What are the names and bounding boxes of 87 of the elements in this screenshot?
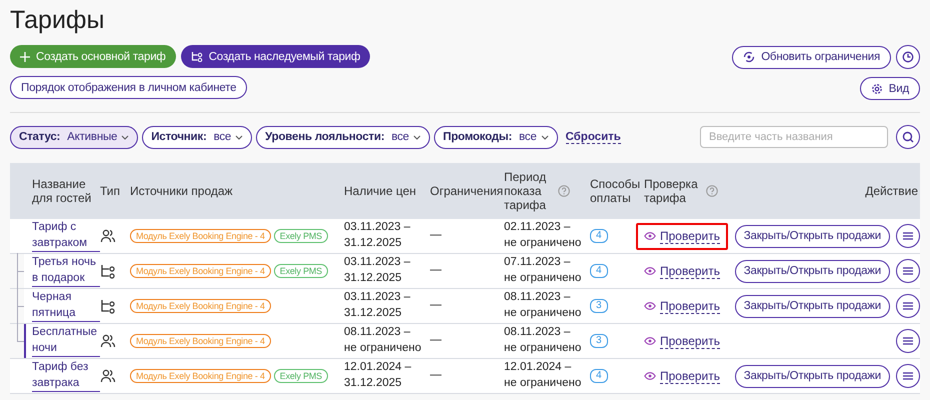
chevron-icon xyxy=(413,134,422,140)
settings-icon xyxy=(870,82,883,94)
menu-icon xyxy=(903,372,913,380)
display-order-button[interactable]: Порядок отображения в личном кабинете xyxy=(10,76,248,99)
eye-icon xyxy=(644,302,656,310)
restrictions-value: — xyxy=(430,298,442,314)
help-icon xyxy=(706,185,718,197)
view-button[interactable]: Вид xyxy=(860,77,920,100)
display-period: 12.01.2024 – не ограничено xyxy=(504,360,582,391)
restrictions-value: — xyxy=(430,263,442,278)
source-tag: Модуль Exely Booking Engine - 4 xyxy=(130,299,271,313)
check-link[interactable]: Проверить xyxy=(636,222,728,250)
display-period: 07.11.2023 – не ограничено xyxy=(504,255,582,286)
menu-icon xyxy=(903,337,913,345)
history-button[interactable] xyxy=(896,45,920,69)
column-header: Способы оплаты xyxy=(590,177,642,205)
source-tag: Exely PMS xyxy=(274,369,328,383)
reset-link[interactable]: Сбросить xyxy=(566,130,621,144)
display-period: 02.11.2023 – не ограничено xyxy=(504,220,582,251)
payment-count: 3 xyxy=(590,299,608,313)
price-dates: 08.11.2023 – не ограничено xyxy=(344,325,422,356)
column-header: Проверка тарифа xyxy=(644,177,699,205)
filter-dropdown[interactable]: Источник: все xyxy=(142,126,252,148)
restrictions-value: — xyxy=(430,333,442,348)
price-dates: 03.11.2023 – 31.12.2025 xyxy=(344,255,410,286)
column-header: Действие xyxy=(865,184,918,198)
filter-dropdown[interactable]: Статус: Активные xyxy=(10,126,138,148)
search-button[interactable] xyxy=(896,125,920,149)
eye-icon xyxy=(644,337,656,345)
eye-icon xyxy=(644,232,656,240)
branch-icon xyxy=(190,51,203,62)
price-dates: 03.11.2023 – 31.12.2025 xyxy=(344,290,410,321)
check-link[interactable]: Проверить xyxy=(636,362,728,390)
search-icon xyxy=(902,131,914,143)
price-dates: 12.01.2024 – 31.12.2025 xyxy=(344,360,412,391)
payment-count: 4 xyxy=(590,229,608,243)
plus-icon xyxy=(20,52,30,62)
chevron-icon xyxy=(235,134,244,140)
column-header: Название для гостей xyxy=(32,177,92,205)
tariff-link[interactable]: Тариф без завтрака xyxy=(32,360,100,392)
menu-icon xyxy=(903,302,913,310)
filter-dropdown[interactable]: Уровень лояльности: все xyxy=(256,126,430,148)
menu-icon xyxy=(903,267,913,275)
display-period: 08.11.2023 – не ограничено xyxy=(504,325,582,356)
tariff-link[interactable]: Третья ночь в подарок xyxy=(32,254,100,288)
table-row[interactable] xyxy=(24,324,920,358)
check-link[interactable]: Проверить xyxy=(636,258,728,284)
help-icon xyxy=(558,185,570,197)
payment-count: 3 xyxy=(590,334,608,348)
eye-icon xyxy=(644,267,656,275)
column-header: Ограничения xyxy=(430,184,504,198)
column-header: Тип xyxy=(100,184,120,198)
display-period: 08.11.2023 – не ограничено xyxy=(504,290,582,321)
menu-icon xyxy=(903,232,913,240)
check-link[interactable]: Проверить xyxy=(636,328,728,354)
check-link[interactable]: Проверить xyxy=(636,292,728,320)
sales-toggle-button[interactable]: Закрыть/Открыть продажи xyxy=(734,224,890,248)
chevron-icon xyxy=(540,134,549,140)
source-tag: Модуль Exely Booking Engine - 4 xyxy=(130,229,271,243)
restrictions-value: — xyxy=(430,368,442,384)
column-header: Период показа тарифа xyxy=(504,170,548,212)
source-tag: Модуль Exely Booking Engine - 4 xyxy=(130,369,271,383)
tariff-link[interactable]: Тариф с завтраком xyxy=(32,220,100,252)
tariff-link[interactable]: Бесплатные ночи xyxy=(32,324,100,358)
filter-dropdown[interactable]: Промокоды: все xyxy=(434,126,558,148)
search-field[interactable]: Введите часть названия xyxy=(700,126,888,148)
column-header: Источники продаж xyxy=(130,184,233,198)
sales-toggle-button[interactable]: Закрыть/Открыть продажи xyxy=(734,260,890,282)
refresh-icon xyxy=(743,51,756,63)
page-title: Тарифы xyxy=(10,6,106,35)
payment-count: 4 xyxy=(590,264,608,278)
source-tag: Модуль Exely Booking Engine - 4 xyxy=(130,264,271,278)
chevron-icon xyxy=(121,134,130,140)
source-tag: Exely PMS xyxy=(274,264,328,278)
restrictions-value: — xyxy=(430,228,442,244)
update-restrictions-button[interactable]: Обновить ограничения xyxy=(732,46,891,68)
sales-toggle-button[interactable]: Закрыть/Открыть продажи xyxy=(734,294,890,318)
clock-icon xyxy=(902,51,914,63)
source-tag: Exely PMS xyxy=(274,229,328,243)
payment-count: 4 xyxy=(590,369,608,383)
create-button[interactable]: Создать наследуемый тариф xyxy=(180,45,370,68)
source-tag: Модуль Exely Booking Engine - 4 xyxy=(130,334,271,348)
column-header: Наличие цен xyxy=(344,184,416,198)
price-dates: 03.11.2023 – 31.12.2025 xyxy=(344,220,410,251)
tariff-link[interactable]: Черная пятница xyxy=(32,290,100,322)
eye-icon xyxy=(644,372,656,380)
sales-toggle-button[interactable]: Закрыть/Открыть продажи xyxy=(734,364,890,388)
